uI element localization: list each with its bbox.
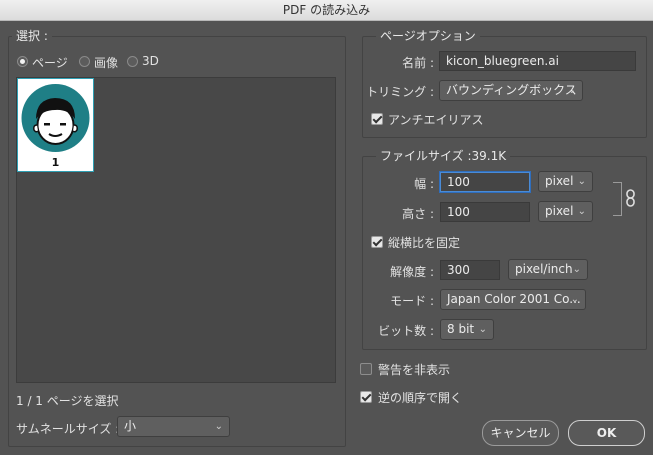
bitdepth-value: 8 bit bbox=[447, 322, 475, 336]
reverse-order-checkbox[interactable] bbox=[360, 391, 372, 403]
crop-label: トリミング : bbox=[366, 85, 434, 99]
chevron-down-icon: ⌄ bbox=[214, 421, 223, 432]
avatar-icon bbox=[21, 84, 90, 152]
constrain-proportions-checkbox[interactable] bbox=[371, 236, 383, 248]
chevron-down-icon: ⌄ bbox=[577, 176, 586, 187]
antialias-label: アンチエイリアス bbox=[388, 113, 484, 127]
radio-image-label: 画像 bbox=[94, 56, 119, 70]
cancel-button[interactable]: キャンセル bbox=[482, 420, 559, 446]
chevron-down-icon: ⌄ bbox=[572, 264, 581, 275]
bitdepth-label: ビット数 : bbox=[378, 324, 434, 338]
suppress-warnings-checkbox[interactable] bbox=[360, 363, 372, 375]
resolution-field[interactable]: 300 bbox=[440, 260, 500, 280]
width-unit-select[interactable]: pixel ⌄ bbox=[538, 171, 593, 192]
antialias-checkbox[interactable] bbox=[371, 113, 383, 125]
thumbnail-size-select[interactable]: 小 ⌄ bbox=[117, 416, 230, 437]
radio-page[interactable] bbox=[17, 56, 28, 67]
mode-value: Japan Color 2001 Co... bbox=[447, 292, 581, 306]
width-label: 幅 : bbox=[414, 177, 434, 191]
height-label: 高さ : bbox=[402, 207, 434, 221]
chevron-down-icon: ⌄ bbox=[567, 85, 576, 96]
resolution-unit-select[interactable]: pixel/inch ⌄ bbox=[508, 259, 588, 280]
radio-3d-label: 3D bbox=[142, 54, 159, 68]
mode-select[interactable]: Japan Color 2001 Co... ⌄ bbox=[440, 289, 586, 310]
reverse-order-label: 逆の順序で開く bbox=[378, 391, 463, 405]
mode-label: モード : bbox=[390, 294, 434, 308]
height-field[interactable]: 100 bbox=[440, 202, 530, 222]
name-field[interactable]: kicon_bluegreen.ai bbox=[439, 51, 636, 71]
name-label: 名前 : bbox=[402, 56, 434, 70]
select-legend: 選択 : bbox=[12, 29, 52, 43]
thumbnail-size-label: サムネールサイズ : bbox=[16, 422, 120, 436]
image-size-legend: ファイルサイズ :39.1K bbox=[376, 149, 511, 163]
selection-status: 1 / 1 ページを選択 bbox=[16, 394, 119, 408]
page-thumbnail[interactable]: 1 bbox=[17, 78, 94, 172]
thumbnail-page-number: 1 bbox=[51, 156, 60, 169]
constrain-proportions-label: 縦横比を固定 bbox=[388, 236, 461, 250]
width-unit-value: pixel bbox=[545, 174, 574, 188]
radio-image[interactable] bbox=[79, 56, 90, 67]
bitdepth-select[interactable]: 8 bit ⌄ bbox=[440, 319, 494, 340]
suppress-warnings-label: 警告を非表示 bbox=[378, 363, 451, 377]
height-unit-value: pixel bbox=[545, 204, 574, 218]
resolution-unit-value: pixel/inch bbox=[515, 262, 573, 276]
window-title: PDF の読み込み bbox=[0, 0, 653, 21]
ok-button[interactable]: OK bbox=[568, 420, 645, 446]
link-bracket bbox=[613, 182, 622, 216]
chain-link-icon[interactable] bbox=[624, 189, 638, 207]
resolution-label: 解像度 : bbox=[390, 265, 434, 279]
width-field[interactable]: 100 bbox=[440, 172, 530, 192]
radio-page-label: ページ bbox=[32, 56, 68, 70]
thumbnail-size-value: 小 bbox=[124, 419, 137, 433]
crop-select[interactable]: バウンディングボックス ⌄ bbox=[439, 80, 583, 101]
chevron-down-icon: ⌄ bbox=[577, 206, 586, 217]
chevron-down-icon: ⌄ bbox=[570, 294, 579, 305]
chevron-down-icon: ⌄ bbox=[478, 324, 487, 335]
radio-3d[interactable] bbox=[127, 56, 138, 67]
height-unit-select[interactable]: pixel ⌄ bbox=[538, 201, 593, 222]
page-options-legend: ページオプション bbox=[376, 29, 480, 43]
crop-value: バウンディングボックス bbox=[446, 83, 577, 97]
